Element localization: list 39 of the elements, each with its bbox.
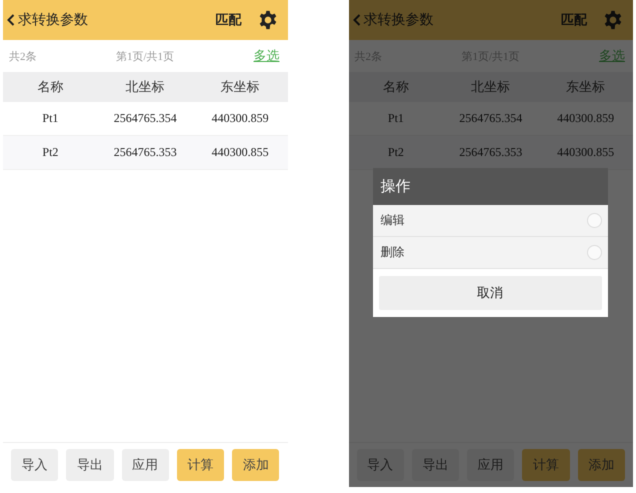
option-label: 删除	[380, 244, 404, 261]
screen-title: 求转换参数	[364, 12, 434, 29]
option-label: 编辑	[380, 212, 404, 229]
back-icon[interactable]	[7, 14, 15, 26]
table-cell: Pt2	[388, 145, 404, 160]
table-cell: 440300.855	[557, 145, 614, 160]
dialog-title: 操作	[372, 168, 608, 205]
radio-button[interactable]	[586, 245, 602, 260]
table-cell: Pt2	[42, 145, 58, 160]
table-row[interactable]: Pt2 2564765.353 440300.855	[3, 136, 288, 170]
toolbar-button[interactable]: 计算	[176, 449, 224, 481]
table-cell: Pt1	[388, 111, 404, 126]
table-cell: 440300.859	[212, 111, 269, 126]
table-cell: 2564765.353	[459, 145, 522, 160]
column-header: 北坐标	[126, 78, 165, 96]
page-indicator: 第1页/共1页	[116, 50, 174, 64]
settings-icon[interactable]	[258, 10, 278, 30]
toolbar-button[interactable]: 导出	[66, 449, 114, 481]
toolbar-button[interactable]: 导入	[11, 449, 58, 481]
column-header: 东坐标	[566, 78, 606, 96]
option-row[interactable]: 编辑	[372, 205, 608, 237]
table-cell: 2564765.354	[114, 111, 177, 126]
toolbar-button[interactable]: 添加	[232, 449, 280, 481]
table-cell: 440300.859	[557, 111, 614, 126]
column-header: 名称	[37, 78, 64, 96]
toolbar-button[interactable]: 应用	[122, 449, 169, 481]
table-cell: 440300.855	[212, 145, 269, 160]
table-cell: 2564765.353	[114, 145, 177, 160]
record-count: 共2条	[9, 50, 36, 64]
option-row[interactable]: 删除	[372, 237, 608, 269]
cancel-button[interactable]: 取消	[378, 276, 602, 310]
column-header: 东坐标	[220, 78, 260, 96]
match-button[interactable]: 匹配	[216, 11, 242, 29]
column-header: 北坐标	[471, 78, 510, 96]
column-header: 名称	[382, 78, 409, 96]
screen-title: 求转换参数	[18, 12, 89, 29]
table-cell: Pt1	[42, 111, 58, 126]
radio-button[interactable]	[586, 213, 602, 228]
table-cell: 2564765.354	[459, 111, 522, 126]
